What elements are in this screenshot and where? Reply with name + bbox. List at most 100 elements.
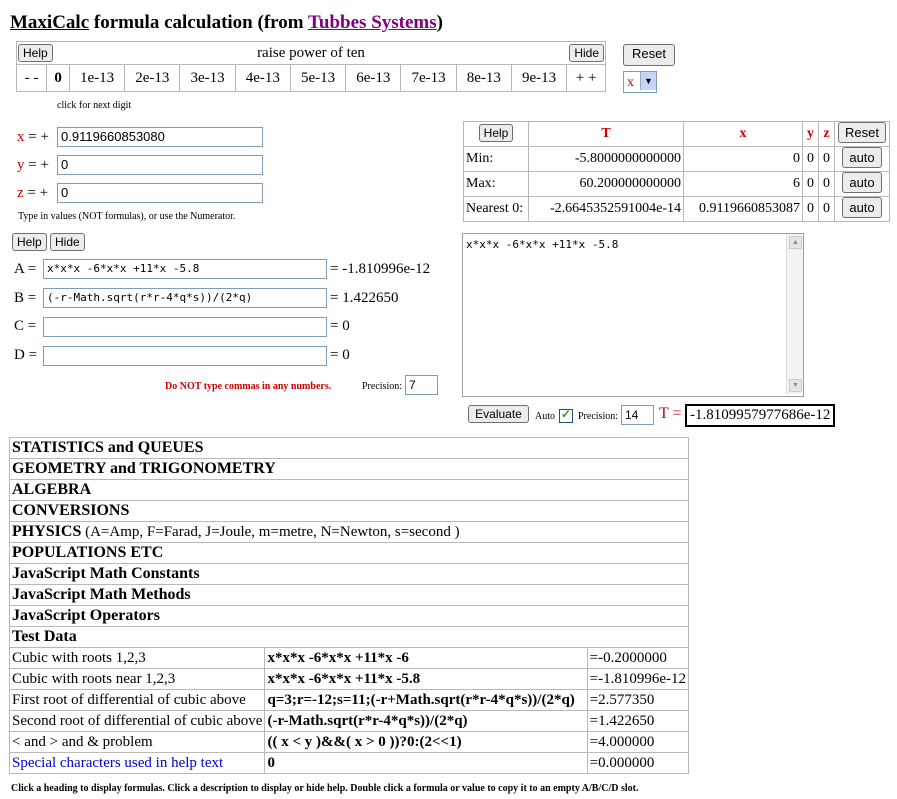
test-value[interactable]: =1.422650 [586,710,690,732]
scroll-down-icon[interactable]: ▼ [789,379,802,392]
test-value[interactable]: =0.000000 [586,752,690,774]
z-input[interactable]: 0 [57,183,263,203]
power-cell[interactable]: 7e-13 [400,64,457,92]
section-heading[interactable]: GEOMETRY and TRIGONOMETRY [12,460,276,477]
evaluate-button[interactable]: Evaluate [468,405,529,423]
power-cell[interactable]: 9e-13 [510,64,568,92]
section-heading[interactable]: POPULATIONS ETC [12,544,163,561]
power-cell[interactable]: 6e-13 [345,64,402,92]
range-reset-button[interactable]: Reset [838,122,886,143]
power-cell[interactable]: 8e-13 [455,64,512,92]
section-heading[interactable]: JavaScript Math Constants [12,565,200,582]
test-value[interactable]: =4.000000 [586,731,690,753]
var-y-row: y = + [17,157,49,173]
company-link[interactable]: Tubbes Systems [308,12,437,33]
power-heading: raise power of ten [257,44,365,61]
power-cell[interactable]: 5e-13 [289,64,347,92]
test-row: Second root of differential of cubic abo… [8,710,690,732]
test-formula[interactable]: q=3;r=-12;s=11;(-r+Math.sqrt(r*r-4*q*s))… [264,689,588,711]
section-note: (A=Amp, F=Farad, J=Joule, m=metre, N=New… [81,524,460,540]
scroll-up-icon[interactable]: ▲ [789,236,802,249]
precision-input[interactable]: 7 [405,375,438,395]
eval-precision-label: Precision: [578,411,618,422]
range-y-value[interactable]: 0 [802,171,819,197]
range-y-value[interactable]: 0 [802,196,819,222]
col-t-header: T [528,121,684,147]
formula-b-result[interactable]: = 1.422650 [330,290,398,307]
section-heading[interactable]: CONVERSIONS [12,502,129,519]
formula-a-result[interactable]: = -1.810996e-12 [330,261,430,278]
test-formula[interactable]: (-r-Math.sqrt(r*r-4*q*s))/(2*q) [264,710,588,732]
formula-c-result[interactable]: = 0 [330,318,350,335]
footer-help: Click a heading to display formulas. Cli… [11,783,639,794]
power-cell[interactable]: 0 [46,64,70,92]
test-description[interactable]: Second root of differential of cubic abo… [8,710,266,732]
power-panel: Help raise power of ten Hide - -0 1e-13 2e… [15,41,606,92]
range-z-value[interactable]: 0 [818,146,835,172]
formula-d-input[interactable] [43,346,327,366]
test-description[interactable]: < and > and & problem [8,731,266,753]
test-value[interactable]: =2.577350 [586,689,690,711]
section-heading[interactable]: STATISTICS and QUEUES [12,439,204,456]
y-input[interactable]: 0 [57,155,263,175]
power-help-button[interactable]: Help [18,44,53,62]
power-cell[interactable]: - - [15,64,48,92]
section-heading[interactable]: JavaScript Math Methods [12,586,191,603]
var-x-label: x [17,129,25,145]
power-cell[interactable]: 2e-13 [124,64,181,92]
range-z-value[interactable]: 0 [818,171,835,197]
auto-button[interactable]: auto [842,197,882,218]
range-x-value[interactable]: 6 [683,171,803,197]
power-cell[interactable]: 4e-13 [234,64,291,92]
test-formula[interactable]: 0 [264,752,588,774]
auto-checkbox[interactable]: ✓ [559,407,573,424]
power-cell[interactable]: 1e-13 [68,64,126,92]
range-help-button[interactable]: Help [478,124,514,142]
formula-c-input[interactable] [43,317,327,337]
section-heading[interactable]: JavaScript Operators [12,607,160,624]
test-value[interactable]: =-1.810996e-12 [586,668,690,690]
eval-precision-input[interactable]: 14 [621,405,654,425]
formula-editor[interactable]: x*x*x -6*x*x +11*x -5.8 ▲ ▼ [462,233,804,397]
editor-text: x*x*x -6*x*x +11*x -5.8 [466,238,619,251]
formula-b-input[interactable]: (-r-Math.sqrt(r*r-4*q*s))/(2*q) [43,288,327,308]
power-cell[interactable]: + + [566,64,606,92]
auto-button[interactable]: auto [842,147,882,168]
section-heading[interactable]: PHYSICS [12,523,81,540]
formula-help-button[interactable]: Help [12,233,47,251]
formula-hide-button[interactable]: Hide [50,233,85,251]
section-heading[interactable]: ALGEBRA [12,481,91,498]
test-description[interactable]: First root of differential of cubic abov… [8,689,266,711]
power-cell[interactable]: 3e-13 [179,64,236,92]
range-t-value[interactable]: -2.6645352591004e-14 [528,196,684,222]
formula-a-input[interactable]: x*x*x -6*x*x +11*x -5.8 [43,259,327,279]
power-hide-button[interactable]: Hide [569,44,604,62]
x-input[interactable]: 0.9119660853080 [57,127,263,147]
reset-button[interactable]: Reset [623,44,675,66]
test-value[interactable]: =-0.2000000 [586,647,690,669]
formula-c-label: C = [14,318,37,334]
comma-warning: Do NOT type commas in any numbers. [165,381,332,392]
range-t-value[interactable]: -5.8000000000000 [528,146,684,172]
test-formula[interactable]: x*x*x -6*x*x +11*x -5.8 [264,668,588,690]
test-description[interactable]: Cubic with roots near 1,2,3 [8,668,266,690]
formula-d-label: D = [14,347,38,363]
range-x-value[interactable]: 0.9119660853087 [683,196,803,222]
section-row: JavaScript Operators [9,605,689,627]
auto-button[interactable]: auto [842,172,882,193]
section-heading[interactable]: Test Data [12,628,77,645]
test-formula[interactable]: (( x < y )&&( x > 0 ))?0:(2<<1) [264,731,588,753]
range-t-value[interactable]: 60.200000000000 [528,171,684,197]
test-description[interactable]: Cubic with roots 1,2,3 [8,647,266,669]
variable-select[interactable]: x ▼ [623,71,657,93]
t-result[interactable]: -1.8109957977686e-12 [685,404,836,427]
formula-d-result[interactable]: = 0 [330,347,350,364]
test-formula[interactable]: x*x*x -6*x*x +11*x -6 [264,647,588,669]
editor-scrollbar[interactable]: ▲ ▼ [786,234,803,394]
range-x-value[interactable]: 0 [683,146,803,172]
var-z-label: z [17,185,24,201]
precision-label: Precision: [362,381,402,392]
range-z-value[interactable]: 0 [818,196,835,222]
range-y-value[interactable]: 0 [802,146,819,172]
test-description[interactable]: Special characters used in help text [8,752,266,774]
